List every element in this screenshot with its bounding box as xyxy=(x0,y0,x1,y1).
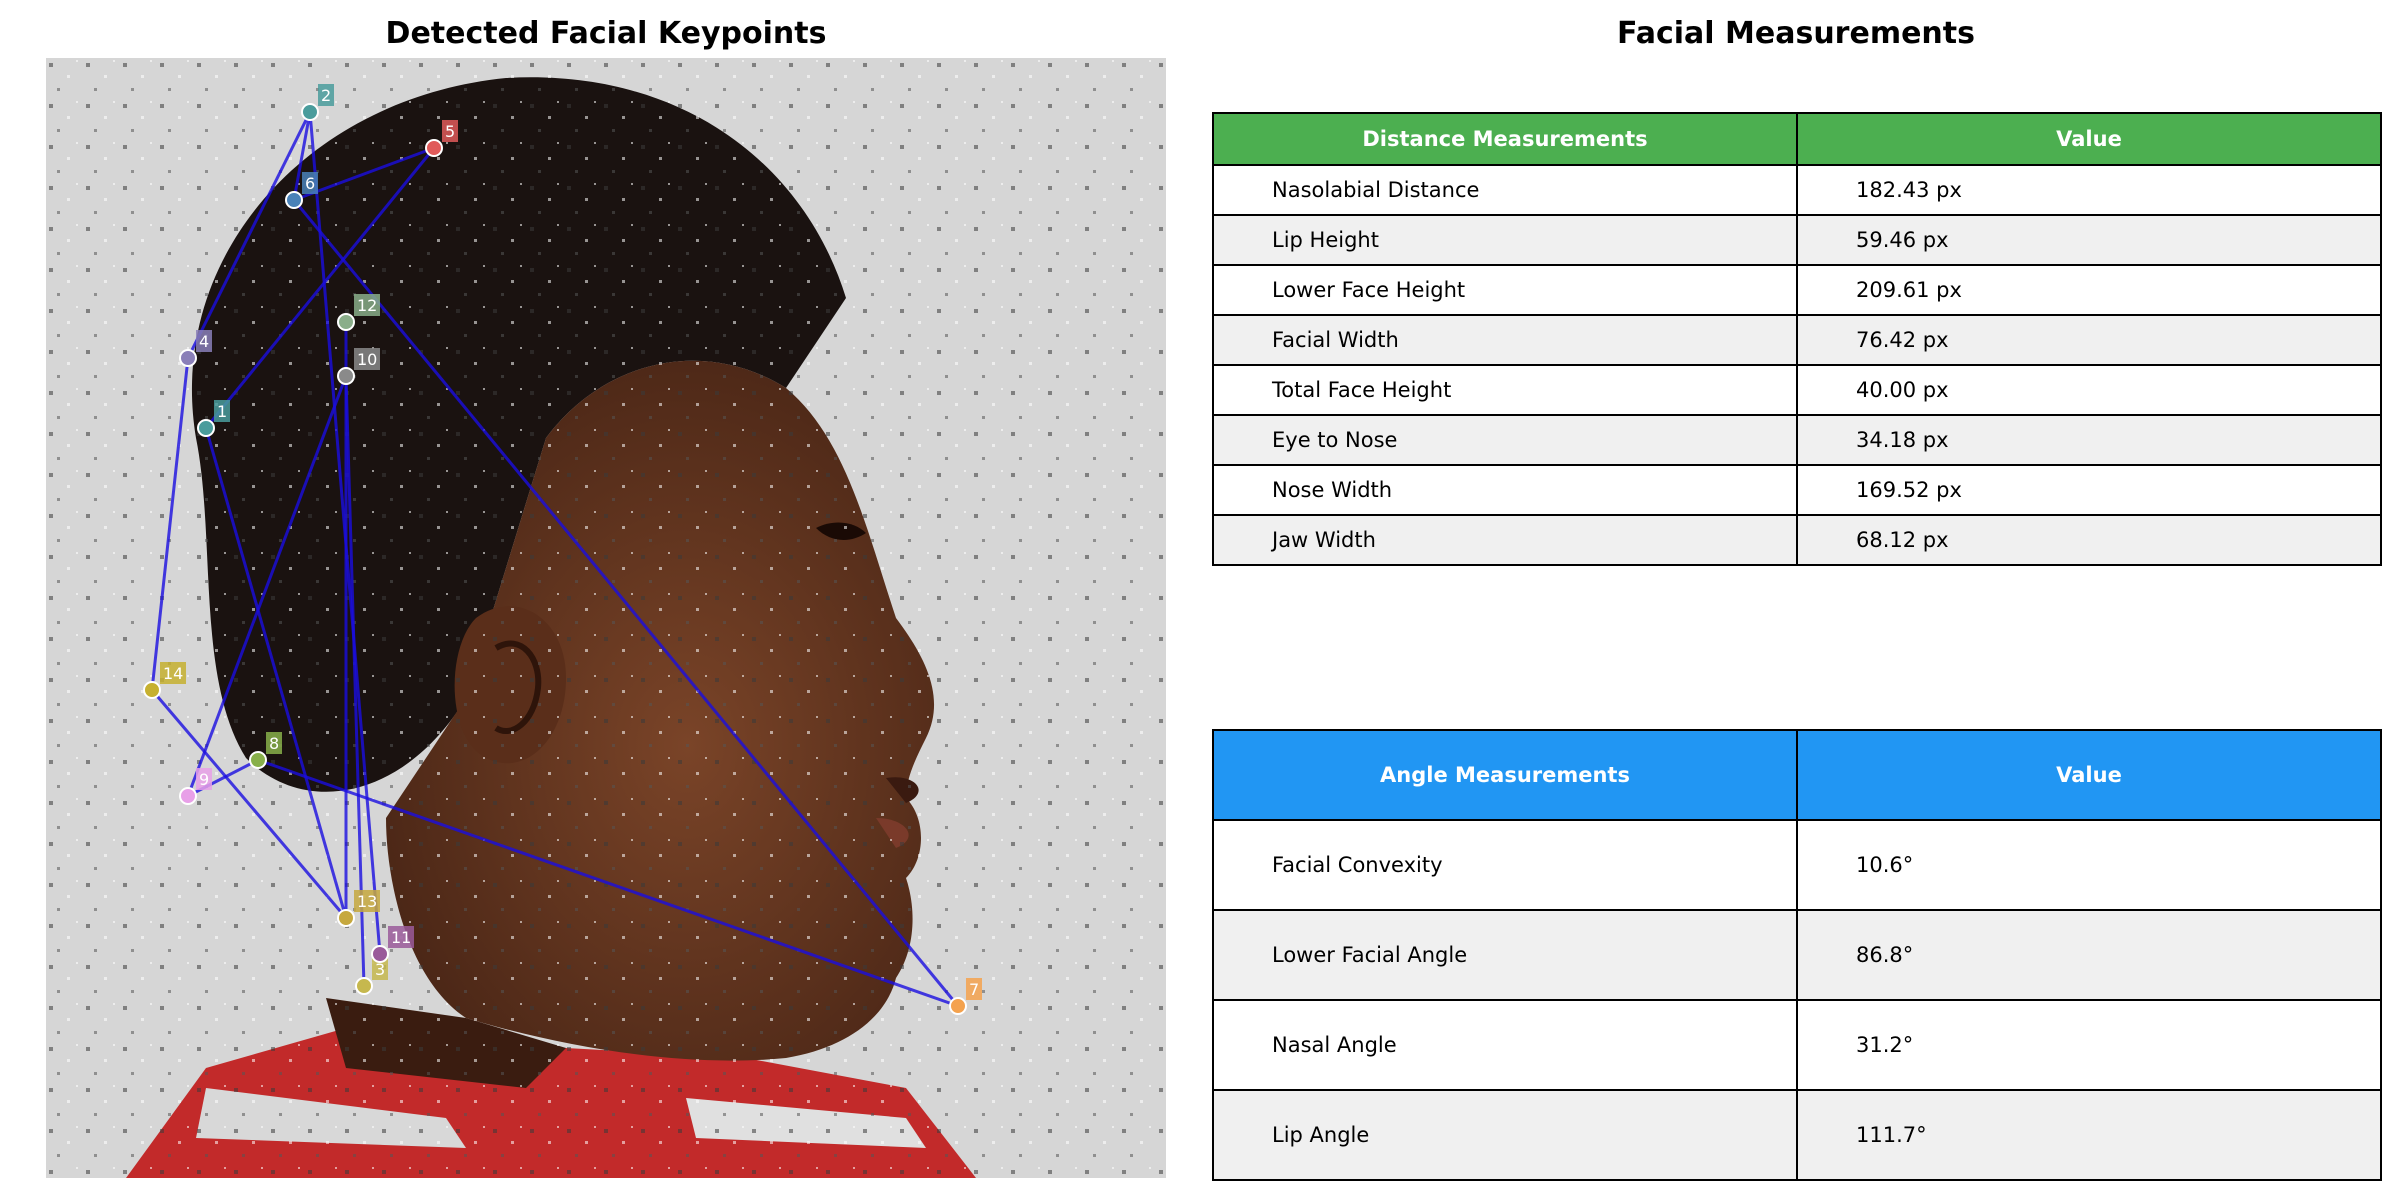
table-header-row: Distance Measurements Value xyxy=(1212,112,2382,166)
value-column-header: Value xyxy=(1796,112,2382,166)
measurement-value: 40.00 px xyxy=(1796,364,2382,416)
keypoint-dot xyxy=(143,681,161,699)
table-row: Eye to Nose 34.18 px xyxy=(1212,414,2382,466)
measurement-value: 31.2° xyxy=(1796,999,2382,1091)
measurement-value: 111.7° xyxy=(1796,1089,2382,1181)
keypoint-label: 7 xyxy=(969,980,979,999)
keypoint-dot xyxy=(425,139,443,157)
keypoint-dot xyxy=(249,751,267,769)
value-column-header: Value xyxy=(1796,729,2382,821)
table-row: Facial Convexity 10.6° xyxy=(1212,819,2382,911)
keypoint-label: 13 xyxy=(357,892,377,911)
keypoint-dot xyxy=(337,313,355,331)
angle-column-header: Angle Measurements xyxy=(1212,729,1798,821)
measurement-name: Lip Height xyxy=(1212,214,1798,266)
measurement-name: Nasal Angle xyxy=(1212,999,1798,1091)
distance-column-header: Distance Measurements xyxy=(1212,112,1798,166)
table-row: Jaw Width 68.12 px xyxy=(1212,514,2382,566)
table-row: Facial Width 76.42 px xyxy=(1212,314,2382,366)
keypoint-dot xyxy=(301,103,319,121)
table-header-row: Angle Measurements Value xyxy=(1212,729,2382,821)
table-row: Total Face Height 40.00 px xyxy=(1212,364,2382,416)
table-row: Lip Height 59.46 px xyxy=(1212,214,2382,266)
measurement-value: 76.42 px xyxy=(1796,314,2382,366)
keypoint-label: 12 xyxy=(357,296,377,315)
measurement-name: Lip Angle xyxy=(1212,1089,1798,1181)
table-row: Lip Angle 111.7° xyxy=(1212,1089,2382,1181)
keypoint-dot xyxy=(197,419,215,437)
measurement-name: Nasolabial Distance xyxy=(1212,164,1798,216)
table-row: Nose Width 169.52 px xyxy=(1212,464,2382,516)
measurement-value: 86.8° xyxy=(1796,909,2382,1001)
keypoint-dot xyxy=(179,349,197,367)
measurement-name: Eye to Nose xyxy=(1212,414,1798,466)
measurement-value: 59.46 px xyxy=(1796,214,2382,266)
keypoint-label: 2 xyxy=(321,86,331,105)
keypoint-dot xyxy=(949,997,967,1015)
keypoint-label: 14 xyxy=(163,664,183,683)
keypoint-dot xyxy=(179,787,197,805)
keypoint-dot xyxy=(337,909,355,927)
measurement-name: Lower Facial Angle xyxy=(1212,909,1798,1001)
face-profile-illustration: 1234567891011121314 xyxy=(46,58,1166,1178)
measurement-name: Facial Width xyxy=(1212,314,1798,366)
keypoint-dot xyxy=(355,977,373,995)
table-row: Lower Face Height 209.61 px xyxy=(1212,264,2382,316)
measurement-value: 182.43 px xyxy=(1796,164,2382,216)
keypoint-label: 9 xyxy=(199,770,209,789)
measurement-name: Nose Width xyxy=(1212,464,1798,516)
keypoint-label: 6 xyxy=(305,174,315,193)
distance-measurements-table: Distance Measurements Value Nasolabial D… xyxy=(1212,112,2382,566)
keypoint-dot xyxy=(337,367,355,385)
face-profile-image: 1 2 3 4 5 6 7 8 9 10 11 12 13 14 xyxy=(46,58,1166,1178)
keypoints-panel-title: Detected Facial Keypoints xyxy=(385,16,827,51)
table-row: Lower Facial Angle 86.8° xyxy=(1212,909,2382,1001)
measurement-value: 68.12 px xyxy=(1796,514,2382,566)
table-row: Nasolabial Distance 182.43 px xyxy=(1212,164,2382,216)
keypoint-label: 11 xyxy=(391,928,411,947)
keypoint-label: 10 xyxy=(357,350,377,369)
keypoint-dot xyxy=(371,945,389,963)
measurement-value: 209.61 px xyxy=(1796,264,2382,316)
measurement-name: Lower Face Height xyxy=(1212,264,1798,316)
keypoint-dot xyxy=(285,191,303,209)
measurement-value: 10.6° xyxy=(1796,819,2382,911)
measurement-name: Total Face Height xyxy=(1212,364,1798,416)
keypoint-label: 1 xyxy=(217,402,227,421)
angle-measurements-table: Angle Measurements Value Facial Convexit… xyxy=(1212,729,2382,1181)
measurement-value: 169.52 px xyxy=(1796,464,2382,516)
keypoint-label: 5 xyxy=(445,122,455,141)
measurements-panel-title: Facial Measurements xyxy=(1617,16,1975,51)
measurement-name: Facial Convexity xyxy=(1212,819,1798,911)
keypoint-label: 4 xyxy=(199,332,209,351)
measurement-name: Jaw Width xyxy=(1212,514,1798,566)
keypoint-label: 8 xyxy=(269,734,279,753)
measurement-value: 34.18 px xyxy=(1796,414,2382,466)
table-row: Nasal Angle 31.2° xyxy=(1212,999,2382,1091)
